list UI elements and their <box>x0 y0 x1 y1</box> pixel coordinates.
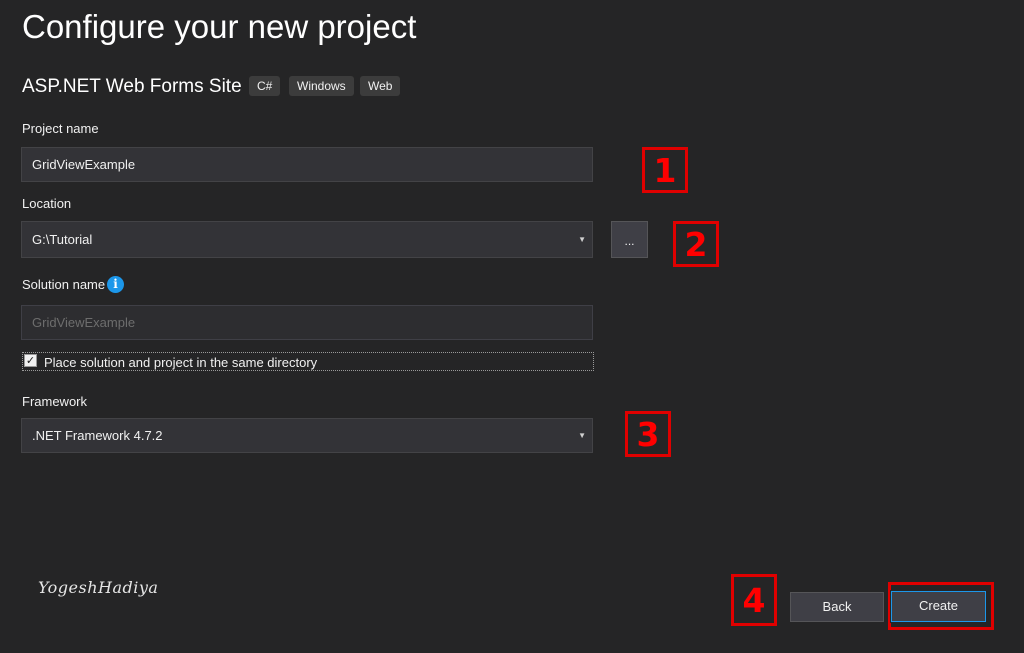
page-title: Configure your new project <box>22 8 417 45</box>
solution-name-value: GridViewExample <box>32 315 136 330</box>
create-button[interactable]: Create <box>890 590 987 623</box>
project-name-value: GridViewExample <box>32 157 136 172</box>
template-name: ASP.NET Web Forms Site <box>22 76 242 97</box>
project-name-label: Project name <box>22 121 99 136</box>
annotation-marker-1: 1 <box>642 147 688 193</box>
annotation-marker-2: 2 <box>673 221 719 267</box>
framework-value: .NET Framework 4.7.2 <box>32 428 163 443</box>
framework-label: Framework <box>22 394 88 409</box>
chevron-down-icon: ▼ <box>578 235 586 244</box>
project-name-input[interactable]: GridViewExample <box>21 147 593 182</box>
same-directory-label[interactable]: Place solution and project in the same d… <box>44 355 317 370</box>
solution-name-label: Solution name <box>22 277 106 292</box>
tag-project-type: Web <box>360 76 401 96</box>
framework-dropdown[interactable]: .NET Framework 4.7.2 ▼ <box>21 418 593 453</box>
info-icon[interactable]: i <box>107 276 124 293</box>
tag-language: C# <box>249 76 281 96</box>
location-label: Location <box>22 196 72 211</box>
same-directory-checkbox[interactable]: ✓ <box>24 354 37 367</box>
signature-watermark: YogeshHadiya <box>38 578 159 597</box>
back-button[interactable]: Back <box>790 592 884 622</box>
location-value: G:\Tutorial <box>32 232 93 247</box>
annotation-marker-4: 4 <box>731 574 777 626</box>
annotation-marker-3: 3 <box>625 411 671 457</box>
location-dropdown[interactable]: G:\Tutorial ▼ <box>21 221 593 258</box>
browse-button[interactable]: ... <box>611 221 648 258</box>
solution-name-input[interactable]: GridViewExample <box>21 305 593 340</box>
tag-platform: Windows <box>289 76 354 96</box>
chevron-down-icon: ▼ <box>578 431 586 440</box>
